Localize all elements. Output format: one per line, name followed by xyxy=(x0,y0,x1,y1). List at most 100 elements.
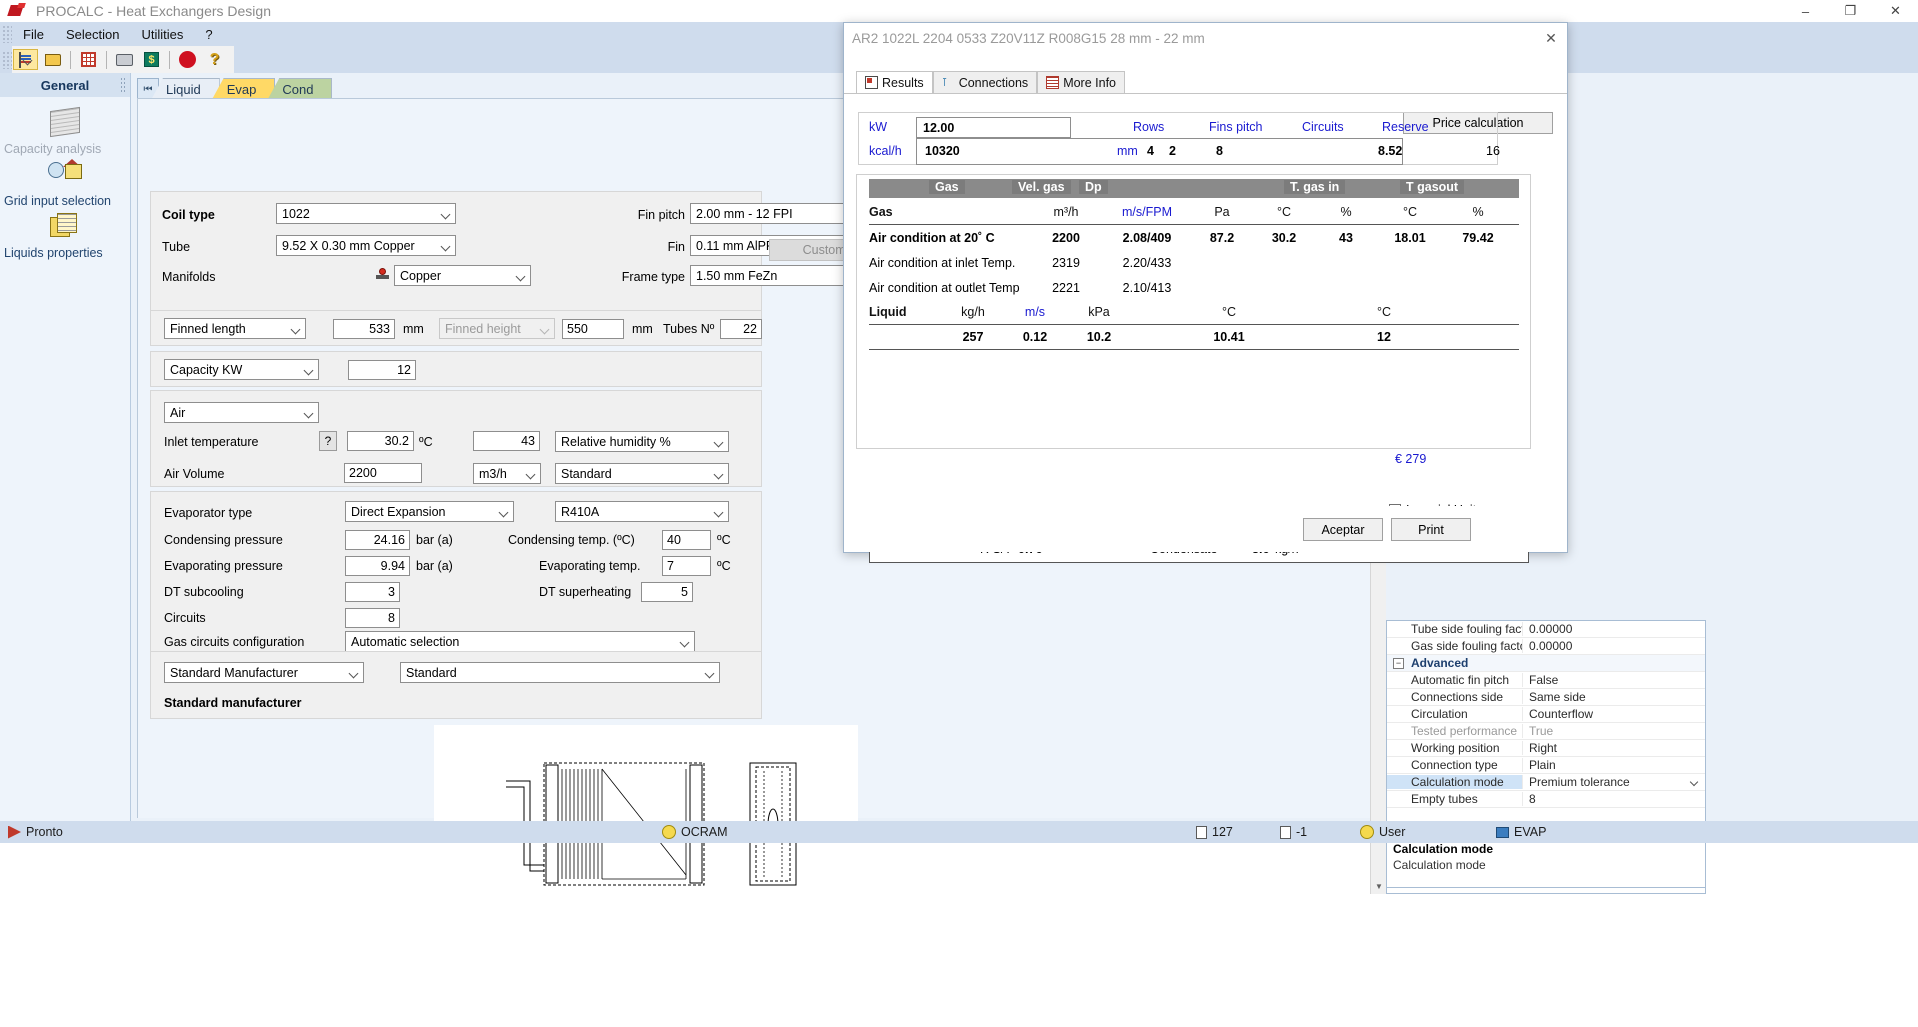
tab-connections[interactable]: ⊺ Connections xyxy=(932,71,1038,93)
collapse-expander-icon[interactable]: − xyxy=(1393,658,1404,669)
property-row[interactable]: Calculation mode Premium tolerance xyxy=(1387,774,1705,791)
inlet-temperature-help-button[interactable]: ? xyxy=(319,431,337,451)
circuits-input[interactable]: 8 xyxy=(345,608,400,628)
property-row[interactable]: Gas side fouling factor 0.00000 xyxy=(1387,638,1705,655)
finned-height-select[interactable]: Finned height xyxy=(439,318,555,339)
sidebar-item-liquids-properties[interactable]: Liquids properties xyxy=(0,201,130,260)
property-row[interactable]: Tube side fouling factor0.00000 xyxy=(1387,621,1705,638)
price-button[interactable]: $ xyxy=(139,48,164,72)
minimize-button[interactable]: – xyxy=(1783,0,1828,22)
open-icon xyxy=(44,53,61,66)
air-volume-unit-select[interactable]: m3/h xyxy=(473,463,541,484)
evaporating-pressure-input[interactable]: 9.94 xyxy=(345,556,410,576)
evaporator-type-select[interactable]: Direct Expansion xyxy=(345,501,514,522)
finned-length-input[interactable]: 533 xyxy=(333,319,395,339)
tab-more-info[interactable]: More Info xyxy=(1037,71,1125,93)
summary-values-box xyxy=(916,138,1403,165)
property-row[interactable]: Tested performance True xyxy=(1387,723,1705,740)
evaporating-temperature-input[interactable]: 7 xyxy=(662,556,711,576)
finned-length-select[interactable]: Finned length xyxy=(164,318,306,339)
property-key: Working position xyxy=(1411,741,1500,755)
manifolds-select[interactable]: Copper xyxy=(394,265,531,286)
report-button[interactable] xyxy=(13,49,38,70)
fluid-select[interactable]: Air xyxy=(164,402,319,423)
dialog-close-button[interactable]: ✕ xyxy=(1539,27,1563,49)
status-user-name: OCRAM xyxy=(681,825,728,839)
property-row[interactable]: Automatic fin pitch False xyxy=(1387,672,1705,689)
capacity-unit-select[interactable]: Capacity KW xyxy=(164,359,319,380)
unit-pa: Pa xyxy=(1214,205,1230,219)
tab-evap[interactable]: Evap xyxy=(211,78,276,100)
exit-button[interactable] xyxy=(175,48,200,72)
tubes-number-input[interactable]: 22 xyxy=(720,319,762,339)
finned-height-unit: mm xyxy=(632,322,653,336)
humidity-input[interactable]: 43 xyxy=(473,431,540,451)
menu-utilities[interactable]: Utilities xyxy=(130,25,194,44)
close-button[interactable]: ✕ xyxy=(1873,0,1918,22)
manufacturer-select[interactable]: Standard Manufacturer xyxy=(164,662,364,683)
liquid-unit-kgh: kg/h xyxy=(961,305,985,319)
condensing-pressure-input[interactable]: 24.16 xyxy=(345,530,410,550)
property-row[interactable]: Empty tubes 8 xyxy=(1387,791,1705,808)
gas-circuits-select[interactable]: Automatic selection xyxy=(345,631,695,652)
chevron-down-icon[interactable] xyxy=(1687,776,1699,788)
fin-label: Fin xyxy=(667,240,685,254)
dt-superheating-input[interactable]: 5 xyxy=(641,582,693,602)
open-button[interactable] xyxy=(40,48,65,72)
inlet-temperature-input[interactable]: 30.2 xyxy=(347,431,414,451)
header-vel-gas: Vel. gas xyxy=(1012,180,1071,194)
standard-select[interactable]: Standard xyxy=(400,662,720,683)
capacity-analysis-icon xyxy=(4,105,126,139)
coil-type-select[interactable]: 1022 xyxy=(276,203,456,224)
menu-help[interactable]: ? xyxy=(194,25,223,44)
tab-cond[interactable]: Cond xyxy=(267,78,333,100)
print-icon xyxy=(116,53,133,66)
document-icon xyxy=(1196,825,1207,839)
capacity-input[interactable]: 12 xyxy=(348,360,416,380)
menu-file[interactable]: File xyxy=(12,25,55,44)
sidebar-item-capacity-analysis[interactable]: Capacity analysis xyxy=(0,97,130,156)
tube-select[interactable]: 9.52 X 0.30 mm Copper xyxy=(276,235,456,256)
property-description-title: Calculation mode xyxy=(1393,842,1494,856)
menu-selection[interactable]: Selection xyxy=(55,25,130,44)
tubes-number-label: Tubes Nº xyxy=(663,322,715,336)
reserve-label: Reserve xyxy=(1382,120,1429,134)
property-row[interactable]: Circulation Counterflow xyxy=(1387,706,1705,723)
humidity-type-select[interactable]: Relative humidity % xyxy=(555,431,729,452)
unit-pct-in: % xyxy=(1340,205,1352,219)
accept-button[interactable]: Aceptar xyxy=(1303,518,1383,541)
condensing-temperature-input[interactable]: 40 xyxy=(662,530,711,550)
tab-liquid[interactable]: Liquid xyxy=(151,78,220,100)
sidebar-item-label: Grid input selection xyxy=(4,194,112,208)
sidebar-gripper-icon[interactable] xyxy=(120,77,126,93)
liquid-label: Liquid xyxy=(869,305,907,319)
refrigerant-select[interactable]: R410A xyxy=(555,501,729,522)
toolbar-gripper-icon[interactable] xyxy=(2,50,12,69)
menu-gripper-icon[interactable] xyxy=(2,25,12,43)
grid-button[interactable] xyxy=(76,48,101,72)
maximize-button[interactable]: ❐ xyxy=(1828,0,1873,22)
property-key: Tube side fouling factor xyxy=(1411,622,1522,636)
sidebar-item-grid-input-selection[interactable]: Grid input selection xyxy=(0,149,130,208)
finned-height-input[interactable]: 550 xyxy=(562,319,624,339)
reserve-extra-value: 16 xyxy=(1486,144,1500,158)
dt-subcooling-input[interactable]: 3 xyxy=(345,582,400,602)
dt-superheating-label: DT superheating xyxy=(539,585,632,599)
print-dialog-button[interactable]: Print xyxy=(1391,518,1471,541)
help-button[interactable]: ? xyxy=(202,48,227,72)
property-row[interactable]: Connection type Plain xyxy=(1387,757,1705,774)
liquid-value: 10.2 xyxy=(1086,330,1112,344)
manifolds-warning-icon xyxy=(376,268,389,283)
property-row[interactable]: Working position Right xyxy=(1387,740,1705,757)
property-row[interactable]: − Advanced xyxy=(1387,655,1705,672)
status-user-center: OCRAM xyxy=(654,821,736,843)
tab-results[interactable]: Results xyxy=(856,71,933,93)
property-row[interactable]: Connections side Same side xyxy=(1387,689,1705,706)
property-value: Plain xyxy=(1522,758,1705,772)
air-standard-select[interactable]: Standard xyxy=(555,463,729,484)
frame-type-label: Frame type xyxy=(621,270,685,284)
air-volume-input[interactable]: 2200 xyxy=(344,463,422,483)
scroll-down-arrow-icon[interactable]: ▼ xyxy=(1371,878,1387,894)
print-button[interactable] xyxy=(112,48,137,72)
dialog-circuits-label: Circuits xyxy=(1302,120,1344,134)
